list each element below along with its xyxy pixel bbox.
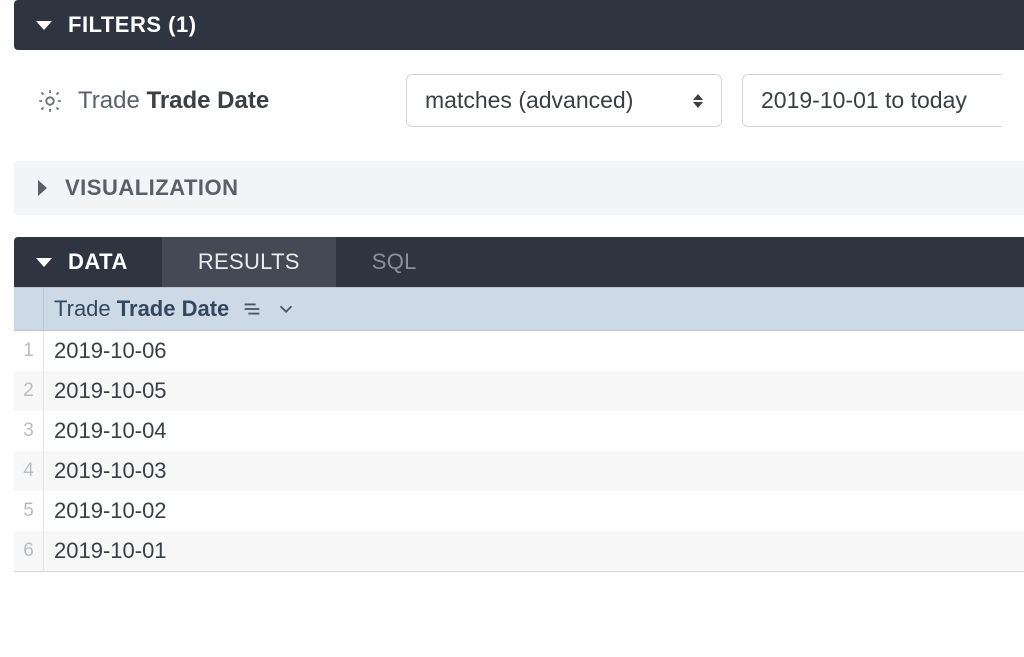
filter-value-input[interactable]: 2019-10-01 to today (742, 74, 1002, 127)
gear-icon[interactable] (36, 87, 64, 115)
column-menu-chevron-icon[interactable] (275, 298, 297, 320)
visualization-header[interactable]: VISUALIZATION (14, 161, 1024, 215)
filter-field-name: Trade Date (146, 87, 269, 114)
data-header[interactable]: DATA (14, 237, 162, 287)
tab-results[interactable]: RESULTS (162, 237, 336, 287)
cell-trade-date: 2019-10-02 (44, 491, 1024, 531)
cell-trade-date: 2019-10-03 (44, 451, 1024, 491)
cell-trade-date: 2019-10-04 (44, 411, 1024, 451)
table-row[interactable]: 22019-10-05 (14, 371, 1024, 411)
table-header-row: Trade Trade Date (14, 287, 1024, 331)
row-number-header (14, 288, 44, 331)
row-number: 3 (14, 411, 44, 451)
filter-operator-value: matches (advanced) (425, 87, 633, 114)
table-row[interactable]: 32019-10-04 (14, 411, 1024, 451)
filter-row: Trade Trade Date matches (advanced) 2019… (14, 50, 1024, 161)
results-table: Trade Trade Date 12019-10-0622019-10-053… (14, 287, 1024, 572)
filters-header[interactable]: FILTERS (1) (14, 0, 1024, 50)
chevron-right-icon (38, 180, 47, 196)
visualization-title: VISUALIZATION (65, 175, 239, 201)
pivot-icon[interactable] (241, 298, 263, 320)
select-updown-icon (693, 94, 703, 108)
filter-value-text: 2019-10-01 to today (761, 87, 967, 114)
cell-trade-date: 2019-10-06 (44, 331, 1024, 371)
filter-operator-select[interactable]: matches (advanced) (406, 74, 722, 127)
data-title: DATA (68, 249, 128, 275)
column-name: Trade Date (117, 296, 230, 321)
tab-sql[interactable]: SQL (336, 237, 453, 287)
row-number: 4 (14, 451, 44, 491)
chevron-down-icon (36, 21, 52, 30)
row-number: 6 (14, 531, 44, 571)
table-row[interactable]: 12019-10-06 (14, 331, 1024, 371)
table-row[interactable]: 62019-10-01 (14, 531, 1024, 571)
row-number: 1 (14, 331, 44, 371)
row-number: 2 (14, 371, 44, 411)
cell-trade-date: 2019-10-01 (44, 531, 1024, 571)
data-tabs-bar: DATA RESULTS SQL (14, 237, 1024, 287)
table-row[interactable]: 42019-10-03 (14, 451, 1024, 491)
column-header-trade-date[interactable]: Trade Trade Date (44, 288, 1024, 331)
row-number: 5 (14, 491, 44, 531)
chevron-down-icon (36, 258, 52, 267)
filter-field-label[interactable]: Trade Trade Date (36, 87, 386, 115)
filter-field-prefix: Trade (78, 87, 140, 114)
filters-title: FILTERS (1) (68, 12, 197, 38)
table-row[interactable]: 52019-10-02 (14, 491, 1024, 531)
column-prefix: Trade (54, 296, 111, 321)
cell-trade-date: 2019-10-05 (44, 371, 1024, 411)
